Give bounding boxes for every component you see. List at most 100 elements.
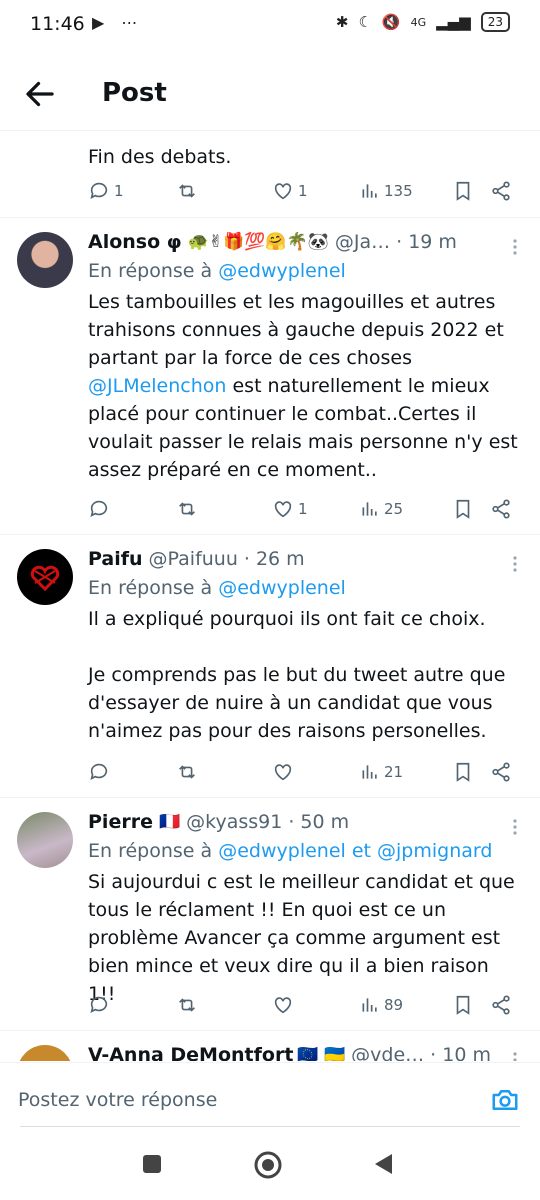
author-emojis: 🇫🇷 [158, 812, 181, 832]
more-options-icon[interactable] [512, 555, 518, 573]
share-button[interactable] [490, 498, 512, 520]
author-handle[interactable]: @kyass91 [186, 808, 282, 836]
reply-button[interactable]: 1 [88, 180, 124, 202]
tweet-header: Pierre 🇫🇷 @kyass91 · 50 m [88, 808, 518, 836]
bookmark-button[interactable] [452, 994, 474, 1016]
network-label: 4G [410, 15, 427, 29]
more-options-icon[interactable] [512, 238, 518, 256]
bookmark-button[interactable] [452, 761, 474, 783]
dnd-moon-icon: ☾ [358, 13, 372, 31]
author-name[interactable]: Alonso φ [88, 228, 182, 256]
reply-icon [90, 996, 108, 1013]
share-icon [492, 762, 510, 782]
tweet[interactable]: V-Anna DeMontfort 🇪🇺 🇺🇦 @vde… · 10 m [0, 1031, 540, 1061]
retweet-icon [179, 998, 195, 1012]
retweet-button[interactable] [176, 180, 202, 202]
reply-button[interactable] [88, 994, 114, 1016]
divider [20, 1126, 520, 1127]
like-button[interactable]: 1 [272, 498, 308, 520]
status-left-icons: ▶ ⋯ [92, 13, 144, 32]
share-icon [492, 181, 510, 201]
views-button[interactable]: 25 [360, 499, 403, 519]
reply-button[interactable] [88, 498, 114, 520]
avatar[interactable] [17, 1045, 73, 1061]
reply-context: En réponse à @edwyplenel [88, 260, 346, 282]
views-button[interactable]: 89 [360, 995, 403, 1015]
author-handle[interactable]: @Paifuuu [149, 545, 238, 573]
mute-icon: 🔇 [381, 13, 401, 31]
author-name[interactable]: V-Anna DeMontfort [88, 1041, 293, 1061]
heart-icon [274, 501, 292, 518]
page-title: Post [102, 78, 167, 108]
mention-link[interactable]: @JLMelenchon [88, 375, 226, 397]
retweet-icon [179, 184, 195, 198]
status-time: 11:46 [30, 13, 85, 35]
reply-icon [90, 182, 108, 199]
tweet-time: · 10 m [430, 1044, 491, 1061]
bluetooth-icon: ✱ [335, 13, 349, 31]
mention-link[interactable]: @edwyplenel et @jpmignard [218, 840, 492, 862]
tweet-text: Fin des debats. [88, 146, 232, 168]
reply-input[interactable]: Postez votre réponse [18, 1089, 217, 1111]
author-name[interactable]: Paifu [88, 545, 143, 573]
reply-button[interactable] [88, 761, 114, 783]
signal-icon: ▂▄▆ [436, 13, 471, 31]
reply-context: En réponse à @edwyplenel et @jpmignard [88, 840, 493, 862]
more-options-icon[interactable] [512, 1051, 518, 1061]
share-icon [492, 499, 510, 519]
views-chart-icon [362, 998, 377, 1012]
retweet-button[interactable] [176, 761, 202, 783]
author-handle[interactable]: @Ja… [335, 228, 390, 256]
tweet[interactable]: Paifu @Paifuuu · 26 m En réponse à @edwy… [0, 535, 540, 798]
avatar[interactable] [17, 812, 73, 868]
bookmark-icon [456, 762, 470, 782]
author-handle[interactable]: @vde… [351, 1041, 424, 1061]
views-chart-icon [362, 184, 377, 198]
tweet-text: Les tambouilles et les magouilles et aut… [88, 291, 518, 481]
recent-apps-icon[interactable] [141, 1153, 163, 1175]
reply-compose-bar[interactable]: Postez votre réponse [0, 1062, 540, 1127]
camera-icon[interactable] [490, 1085, 520, 1115]
like-button[interactable] [272, 994, 298, 1016]
heart-icon [274, 764, 292, 781]
home-icon[interactable] [253, 1150, 283, 1180]
reply-icon [90, 763, 108, 780]
tweet-header: V-Anna DeMontfort 🇪🇺 🇺🇦 @vde… · 10 m [88, 1041, 518, 1061]
tweet-header: Paifu @Paifuuu · 26 m [88, 545, 518, 573]
bookmark-button[interactable] [452, 498, 474, 520]
share-button[interactable] [490, 180, 512, 202]
views-chart-icon [362, 765, 377, 779]
retweet-icon [179, 765, 195, 779]
replies-feed[interactable]: Fin des debats. 1 1 135 Alonso φ 🐢✌🎁💯🤗🌴🐼… [0, 131, 540, 1061]
tweet-header: Alonso φ 🐢✌🎁💯🤗🌴🐼 @Ja… · 19 m [88, 228, 518, 256]
like-button[interactable] [272, 761, 298, 783]
back-nav-icon[interactable] [372, 1152, 394, 1176]
share-button[interactable] [490, 761, 512, 783]
tweet-time: · 26 m [243, 548, 305, 570]
views-button[interactable]: 135 [360, 181, 413, 201]
tweet[interactable]: Alonso φ 🐢✌🎁💯🤗🌴🐼 @Ja… · 19 m En réponse … [0, 218, 540, 535]
status-bar: 11:46 ▶ ⋯ ✱ ☾ 🔇 4G ▂▄▆ 23 [0, 0, 540, 48]
bookmark-icon [456, 995, 470, 1015]
tweet-time: · 50 m [288, 811, 350, 833]
like-button[interactable]: 1 [272, 180, 308, 202]
retweet-button[interactable] [176, 994, 202, 1016]
share-button[interactable] [490, 994, 512, 1016]
back-arrow-icon[interactable] [22, 76, 58, 112]
author-name[interactable]: Pierre [88, 808, 153, 836]
mention-link[interactable]: @edwyplenel [218, 577, 346, 599]
retweet-button[interactable] [176, 498, 202, 520]
bookmark-button[interactable] [452, 180, 474, 202]
avatar[interactable] [17, 549, 73, 605]
avatar[interactable] [17, 232, 73, 288]
tweet[interactable]: Pierre 🇫🇷 @kyass91 · 50 m En réponse à @… [0, 798, 540, 1031]
views-chart-icon [362, 502, 377, 516]
more-options-icon[interactable] [512, 818, 518, 836]
mention-link[interactable]: @edwyplenel [218, 260, 346, 282]
heart-icon [274, 183, 292, 200]
bookmark-icon [456, 181, 470, 201]
views-button[interactable]: 21 [360, 762, 403, 782]
heart-icon [274, 997, 292, 1014]
tweet-time: · 19 m [396, 231, 457, 253]
tweet[interactable]: Fin des debats. 1 1 135 [0, 131, 540, 218]
